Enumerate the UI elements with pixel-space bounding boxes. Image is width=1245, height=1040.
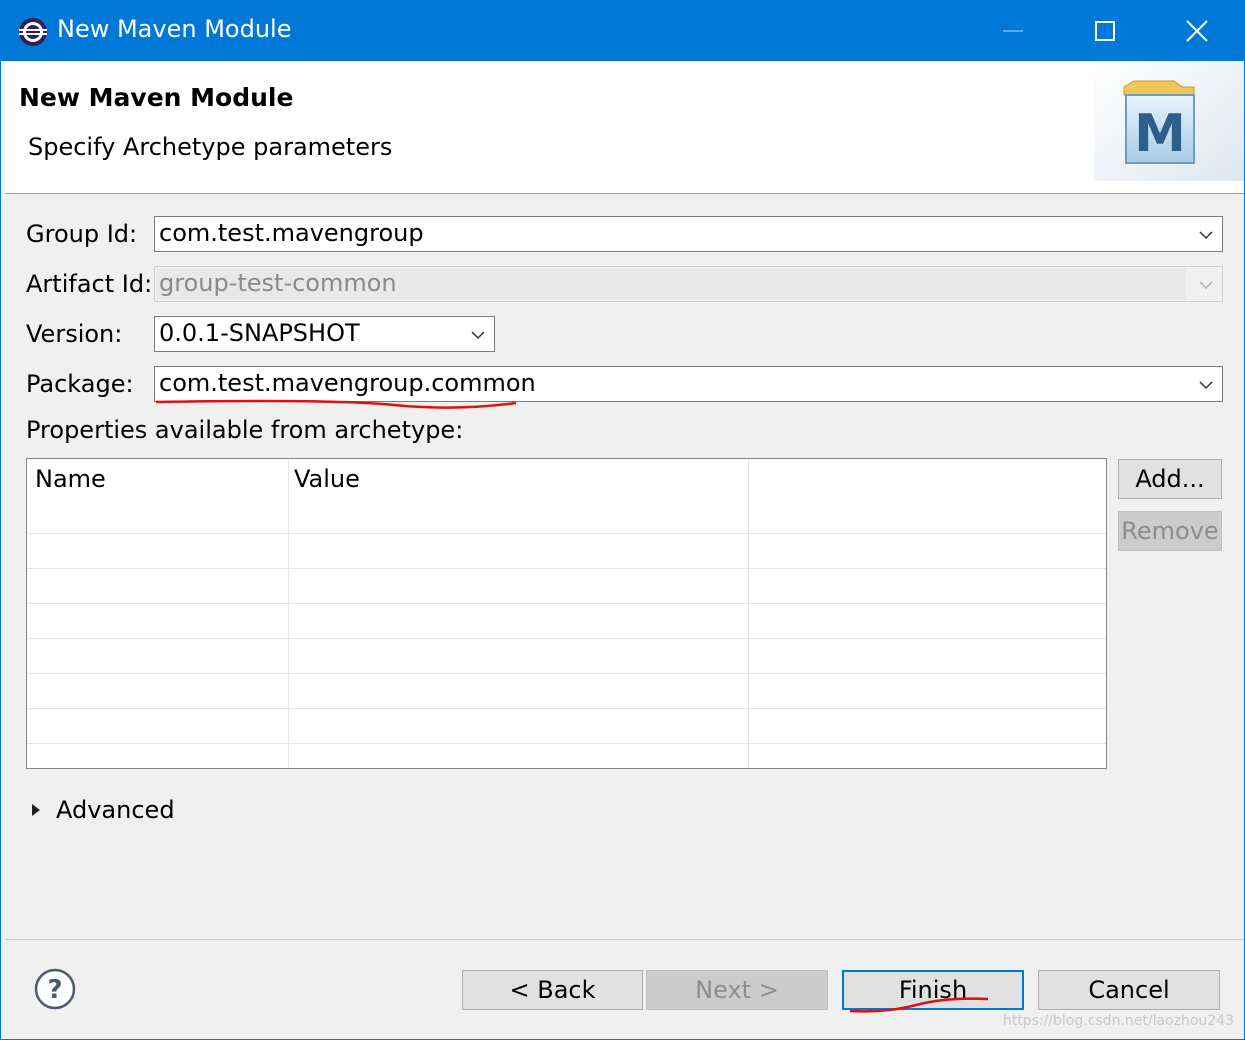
column-divider — [288, 459, 289, 768]
wizard-header: New Maven Module Specify Archetype param… — [5, 61, 1244, 194]
chevron-down-icon[interactable] — [470, 327, 486, 343]
version-label: Version: — [26, 320, 123, 348]
close-icon — [1186, 20, 1208, 42]
back-button[interactable]: < Back — [462, 970, 643, 1010]
cancel-button-label: Cancel — [1088, 976, 1170, 1004]
window-title: New Maven Module — [57, 15, 292, 43]
table-row-line — [27, 533, 1106, 534]
table-row-line — [27, 568, 1106, 569]
maximize-button[interactable] — [1059, 1, 1151, 61]
maven-logo-icon: M — [1094, 61, 1244, 181]
column-header-name[interactable]: Name — [35, 465, 106, 493]
advanced-label[interactable]: Advanced — [56, 796, 175, 824]
maximize-icon — [1095, 21, 1115, 41]
chevron-down-icon[interactable] — [1198, 227, 1214, 243]
chevron-down-icon — [1199, 281, 1213, 290]
artifact-id-label: Artifact Id: — [26, 270, 153, 298]
remove-button: Remove — [1118, 511, 1222, 551]
version-combobox[interactable]: 0.0.1-SNAPSHOT — [154, 316, 495, 352]
wizard-title: New Maven Module — [19, 83, 294, 112]
svg-text:?: ? — [47, 975, 62, 1005]
column-header-value[interactable]: Value — [294, 465, 360, 493]
watermark-text: https://blog.csdn.net/laozhou243 — [1002, 1013, 1234, 1029]
package-red-underline — [155, 399, 517, 409]
remove-button-label: Remove — [1121, 517, 1219, 545]
table-row-line — [27, 673, 1106, 674]
column-divider — [748, 459, 749, 768]
expand-triangle-icon[interactable] — [29, 801, 43, 819]
help-icon[interactable]: ? — [34, 968, 76, 1010]
artifact-id-combobox: group-test-common — [154, 266, 1223, 302]
close-button[interactable] — [1151, 1, 1243, 61]
properties-table[interactable]: Name Value — [26, 458, 1107, 769]
group-id-label: Group Id: — [26, 220, 138, 248]
table-row-line — [27, 708, 1106, 709]
properties-label: Properties available from archetype: — [26, 416, 464, 444]
add-button-label: Add... — [1135, 465, 1205, 493]
table-row-line — [27, 743, 1106, 744]
back-button-label: < Back — [509, 976, 596, 1004]
version-value: 0.0.1-SNAPSHOT — [159, 319, 360, 347]
next-button-label: Next > — [695, 976, 779, 1004]
package-label: Package: — [26, 370, 134, 398]
table-row-line — [27, 603, 1106, 604]
next-button: Next > — [646, 970, 828, 1010]
group-id-combobox[interactable]: com.test.mavengroup — [154, 216, 1223, 252]
maven-logo-letter: M — [1134, 104, 1186, 164]
table-row-line — [27, 638, 1106, 639]
footer-separator — [5, 939, 1244, 940]
minimize-icon — [1003, 30, 1023, 32]
finish-red-annotation — [849, 997, 989, 1013]
minimize-button[interactable] — [967, 1, 1059, 61]
package-value: com.test.mavengroup.common — [159, 369, 536, 397]
eclipse-app-icon — [19, 18, 47, 46]
title-bar: New Maven Module — [1, 1, 1244, 61]
chevron-down-icon[interactable] — [1198, 377, 1214, 393]
add-button[interactable]: Add... — [1118, 459, 1222, 499]
advanced-toggle[interactable]: Advanced — [29, 794, 175, 826]
dialog-window: New Maven Module New Maven Module Specif… — [0, 0, 1245, 1040]
artifact-id-value: group-test-common — [159, 269, 397, 297]
cancel-button[interactable]: Cancel — [1038, 970, 1220, 1010]
wizard-subtitle: Specify Archetype parameters — [28, 133, 393, 161]
group-id-value: com.test.mavengroup — [159, 219, 424, 247]
